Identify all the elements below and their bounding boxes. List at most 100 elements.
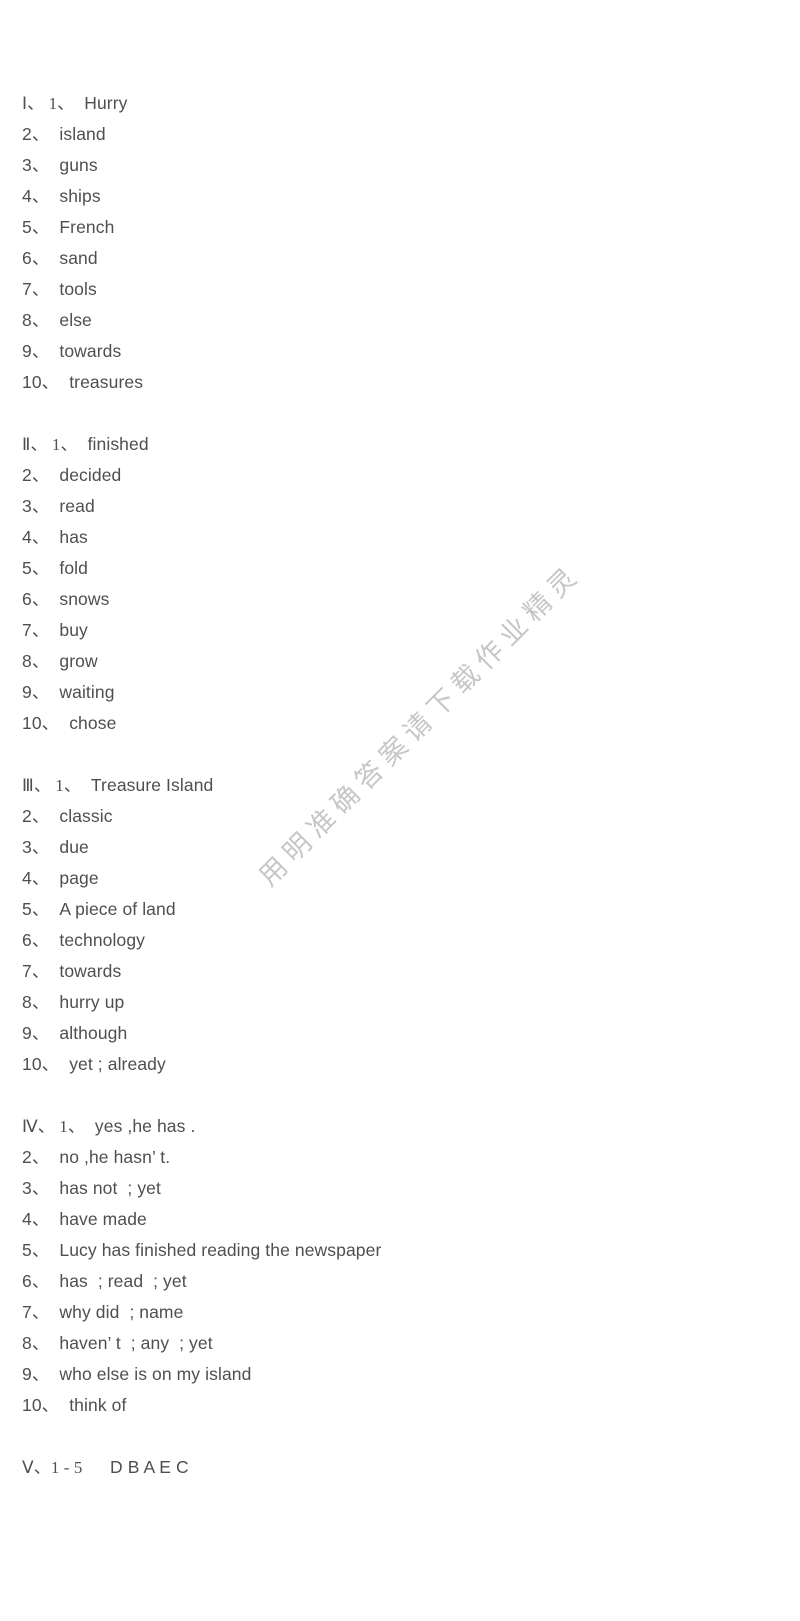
answer-number: Ⅰ、 1、: [22, 94, 75, 113]
answer-text: Treasure Island: [90, 775, 214, 795]
answer-section: Ⅲ、 1、 Treasure Island 2、 classic 3、 due 4、 …: [0, 770, 800, 1080]
answer-number: 10、: [22, 1054, 60, 1074]
answer-text: read: [59, 496, 95, 516]
answer-spacer: [74, 93, 84, 113]
answer-spacer: [49, 868, 59, 888]
answer-number: 6、: [22, 930, 50, 950]
answer-spacer: [49, 496, 59, 516]
answer-spacer: [49, 124, 59, 144]
answer-line: 8、 else: [0, 305, 800, 336]
answer-text: waiting: [59, 682, 115, 702]
answer-line: 5、 A piece of land: [0, 894, 800, 925]
answer-line: 8、 haven’ t ; any ; yet: [0, 1328, 800, 1359]
answer-spacer: [78, 434, 88, 454]
answer-text: classic: [59, 806, 113, 826]
answer-line: 10、 treasures: [0, 367, 800, 398]
answer-number: 4、: [22, 1209, 50, 1229]
answer-line: 5、 fold: [0, 553, 800, 584]
answer-number: 8、: [22, 310, 50, 330]
answer-spacer: [49, 837, 59, 857]
answer-number: 7、: [22, 961, 50, 981]
answer-spacer: [85, 1116, 95, 1136]
answer-spacer: [49, 1364, 59, 1384]
answer-text: else: [59, 310, 92, 330]
answer-text: although: [59, 1023, 128, 1043]
answer-section: Ⅱ、 1、 finished 2、 decided 3、 read 4、 has 5、 …: [0, 429, 800, 739]
answer-line: Ⅴ、1 - 5 D B A E C: [0, 1452, 800, 1483]
answer-line: 6、 sand: [0, 243, 800, 274]
answer-number: 9、: [22, 682, 50, 702]
answer-line: 10、 think of: [0, 1390, 800, 1421]
answer-text: hurry up: [59, 992, 125, 1012]
answer-text: yes ,he has .: [94, 1116, 196, 1136]
answer-line: 5、 Lucy has finished reading the newspap…: [0, 1235, 800, 1266]
answer-spacer: [49, 1240, 59, 1260]
answer-spacer: [49, 465, 59, 485]
answer-text: buy: [59, 620, 88, 640]
answer-number: 3、: [22, 837, 50, 857]
answer-key-document: Ⅰ、 1、 Hurry 2、 island 3、 guns 4、 ships 5、 Fr…: [0, 0, 800, 1621]
answer-number: 8、: [22, 651, 50, 671]
answer-text: French: [59, 217, 115, 237]
answer-text: has not ; yet: [59, 1178, 161, 1198]
answer-line: 3、 has not ; yet: [0, 1173, 800, 1204]
answer-text: finished: [87, 434, 149, 454]
answer-text: page: [59, 868, 99, 888]
answer-number: 2、: [22, 806, 50, 826]
answer-line: 4、 have made: [0, 1204, 800, 1235]
answer-text: towards: [59, 961, 122, 981]
answer-text: ships: [59, 186, 101, 206]
answer-spacer: [59, 372, 69, 392]
answer-text: why did ; name: [59, 1302, 184, 1322]
answer-line: 10、 chose: [0, 708, 800, 739]
answer-text: island: [59, 124, 106, 144]
answer-spacer: [49, 527, 59, 547]
answer-text: technology: [59, 930, 146, 950]
answer-spacer: [49, 1333, 59, 1353]
answer-line: 4、 has: [0, 522, 800, 553]
answer-line: 3、 guns: [0, 150, 800, 181]
answer-text: have made: [59, 1209, 147, 1229]
answer-line: 6、 technology: [0, 925, 800, 956]
answer-line: 2、 island: [0, 119, 800, 150]
answer-line: 3、 due: [0, 832, 800, 863]
answer-spacer: [49, 930, 59, 950]
answer-spacer: [49, 620, 59, 640]
answer-line: 8、 grow: [0, 646, 800, 677]
answer-line: 5、 French: [0, 212, 800, 243]
answer-number: Ⅱ、 1、: [22, 435, 78, 454]
answer-number: 10、: [22, 1395, 60, 1415]
answer-spacer: [49, 651, 59, 671]
answer-spacer: [49, 155, 59, 175]
answer-line: 4、 page: [0, 863, 800, 894]
answer-number: 5、: [22, 1240, 50, 1260]
answer-spacer: [81, 775, 91, 795]
answer-section: Ⅰ、 1、 Hurry 2、 island 3、 guns 4、 ships 5、 Fr…: [0, 88, 800, 398]
answer-line: 7、 why did ; name: [0, 1297, 800, 1328]
answer-spacer: [49, 248, 59, 268]
sections-container: Ⅰ、 1、 Hurry 2、 island 3、 guns 4、 ships 5、 Fr…: [0, 88, 800, 1483]
answer-line: 2、 no ,he hasn’ t.: [0, 1142, 800, 1173]
answer-number: 9、: [22, 1364, 50, 1384]
answer-text: fold: [59, 558, 88, 578]
answer-line: 6、 has ; read ; yet: [0, 1266, 800, 1297]
answer-line: 8、 hurry up: [0, 987, 800, 1018]
answer-number: 6、: [22, 1271, 50, 1291]
answer-line: Ⅲ、 1、 Treasure Island: [0, 770, 800, 801]
answer-number: 5、: [22, 899, 50, 919]
answer-number: 2、: [22, 124, 50, 144]
answer-number: 10、: [22, 372, 60, 392]
answer-text: has: [59, 527, 88, 547]
answer-spacer: [49, 186, 59, 206]
answer-spacer: [59, 1395, 69, 1415]
answer-text: A piece of land: [59, 899, 176, 919]
answer-line: 7、 buy: [0, 615, 800, 646]
answer-line: Ⅱ、 1、 finished: [0, 429, 800, 460]
answer-spacer: [49, 1178, 59, 1198]
answer-text: who else is on my island: [59, 1364, 252, 1384]
answer-spacer: [49, 217, 59, 237]
answer-text: snows: [59, 589, 110, 609]
answer-line: 10、 yet ; already: [0, 1049, 800, 1080]
answer-line: 9、 although: [0, 1018, 800, 1049]
